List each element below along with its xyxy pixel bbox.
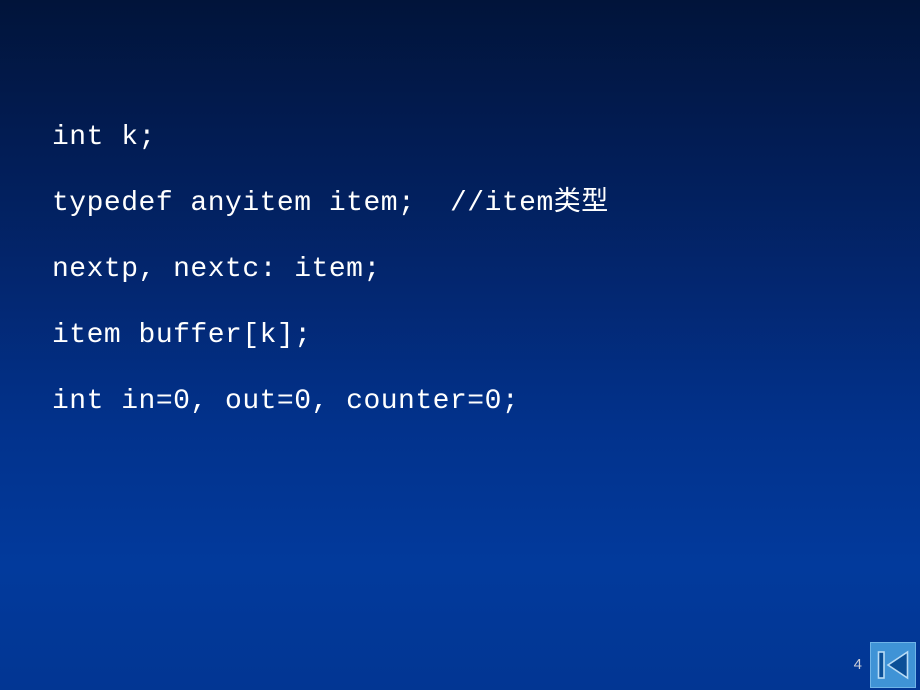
code-line: int k; — [52, 104, 872, 170]
page-number: 4 — [853, 656, 862, 673]
skip-to-previous-icon — [877, 650, 909, 680]
code-line: nextp, nextc: item; — [52, 236, 872, 302]
code-line: item buffer[k]; — [52, 302, 872, 368]
code-line-text: item buffer[k]; — [52, 320, 312, 351]
code-line-comment-cjk: 类型 — [553, 186, 609, 217]
code-line: int in=0, out=0, counter=0; — [52, 368, 872, 434]
code-line-text: nextp, nextc: item; — [52, 254, 381, 285]
code-line-text: typedef anyitem item; — [52, 188, 416, 219]
code-line-text: int in=0, out=0, counter=0; — [52, 386, 520, 417]
code-line-comment: //item — [415, 188, 554, 219]
code-block: int k; typedef anyitem item; //item类型 ne… — [52, 104, 872, 434]
code-line-text: int k; — [52, 122, 156, 153]
nav-previous-button[interactable] — [870, 642, 916, 688]
slide-canvas: int k; typedef anyitem item; //item类型 ne… — [0, 0, 920, 690]
code-line: typedef anyitem item; //item类型 — [52, 170, 872, 236]
